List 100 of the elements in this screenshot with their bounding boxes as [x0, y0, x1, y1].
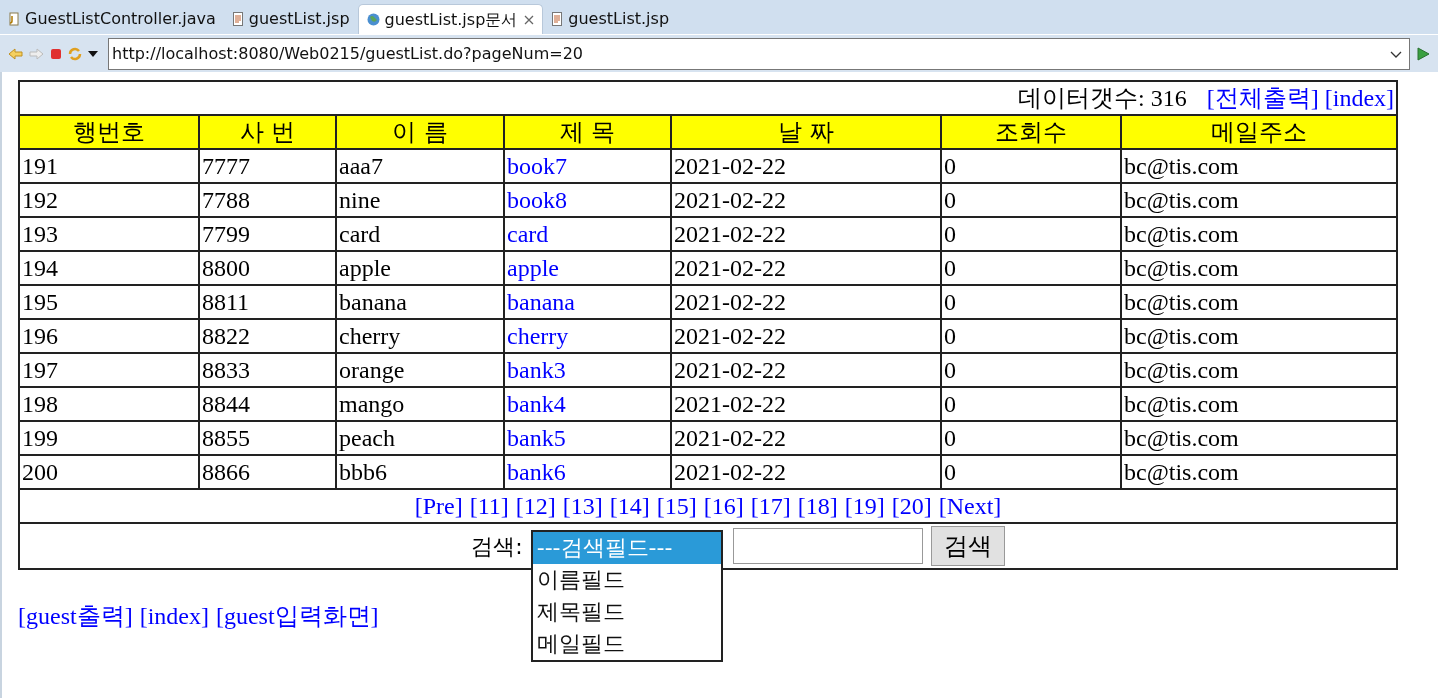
- table-cell: 194: [19, 251, 199, 285]
- table-cell: 196: [19, 319, 199, 353]
- chevron-down-icon[interactable]: [1390, 50, 1402, 58]
- table-cell: 2021-02-22: [671, 251, 941, 285]
- column-header: 메일주소: [1121, 115, 1398, 149]
- table-cell: 2021-02-22: [671, 353, 941, 387]
- table-cell: card: [336, 217, 504, 251]
- table-cell: 2021-02-22: [671, 285, 941, 319]
- column-header: 조회수: [941, 115, 1121, 149]
- table-cell: 197: [19, 353, 199, 387]
- address-field[interactable]: http://localhost:8080/Web0215/guestList.do?pageNum=20: [108, 37, 1410, 70]
- column-header: 제 목: [504, 115, 671, 149]
- table-cell: bc@tis.com: [1121, 251, 1398, 285]
- table-cell: cherry: [336, 319, 504, 353]
- table-cell: 192: [19, 183, 199, 217]
- page-link[interactable]: [13]: [562, 490, 603, 522]
- table-cell: peach: [336, 421, 504, 455]
- table-cell: mango: [336, 387, 504, 421]
- page-link[interactable]: [Next]: [938, 490, 1002, 522]
- page-link[interactable]: [19]: [844, 490, 885, 522]
- table-cell: apple: [336, 251, 504, 285]
- table-cell: bbb6: [336, 455, 504, 489]
- search-input[interactable]: [732, 528, 923, 564]
- table-cell: banana: [336, 285, 504, 319]
- table-cell: bc@tis.com: [1121, 421, 1398, 455]
- close-icon[interactable]: [524, 14, 535, 25]
- table-cell: 7777: [199, 149, 336, 183]
- back-arrow-icon[interactable]: [8, 47, 23, 60]
- table-cell: 8855: [199, 421, 336, 455]
- footer-link[interactable]: [guest입력화면]: [215, 598, 379, 634]
- page-link[interactable]: [20]: [891, 490, 932, 522]
- search-field-listbox[interactable]: ---검색필드--- 이름필드 제목필드 메일필드: [530, 530, 723, 662]
- table-cell: bc@tis.com: [1121, 149, 1398, 183]
- table-cell: 191: [19, 149, 199, 183]
- table-cell: 2021-02-22: [671, 387, 941, 421]
- page-link[interactable]: [18]: [797, 490, 838, 522]
- editor-tab[interactable]: guestList.jsp: [223, 4, 358, 34]
- table-cell: 0: [941, 217, 1121, 251]
- editor-tab[interactable]: guestList.jsp문서: [357, 4, 544, 34]
- search-button[interactable]: 검색: [930, 526, 1005, 566]
- page-link[interactable]: [17]: [750, 490, 791, 522]
- table-cell: nine: [336, 183, 504, 217]
- table-cell: orange: [336, 353, 504, 387]
- table-cell: 0: [941, 455, 1121, 489]
- table-cell: 195: [19, 285, 199, 319]
- page-link[interactable]: [11]: [469, 490, 509, 522]
- table-cell: 0: [941, 183, 1121, 217]
- go-arrow-icon[interactable]: [1416, 46, 1430, 61]
- table-cell: 200: [19, 455, 199, 489]
- table-cell: 0: [941, 149, 1121, 183]
- title-link[interactable]: card: [507, 221, 549, 247]
- table-cell: 0: [941, 353, 1121, 387]
- file-icon: [551, 12, 564, 26]
- table-cell: bc@tis.com: [1121, 455, 1398, 489]
- table-cell: bc@tis.com: [1121, 387, 1398, 421]
- table-cell: 7799: [199, 217, 336, 251]
- page-link[interactable]: [14]: [609, 490, 650, 522]
- table-cell: 2021-02-22: [671, 149, 941, 183]
- editor-tab[interactable]: guestList.jsp: [543, 4, 678, 34]
- table-cell: 8844: [199, 387, 336, 421]
- table-cell: 8800: [199, 251, 336, 285]
- editor-tab[interactable]: GuestListController.java: [0, 4, 224, 34]
- column-header: 이 름: [336, 115, 504, 149]
- table-cell: 8811: [199, 285, 336, 319]
- search-label: 검색:: [471, 532, 523, 561]
- table-cell: 198: [19, 387, 199, 421]
- stop-icon[interactable]: [50, 47, 62, 60]
- table-cell: 199: [19, 421, 199, 455]
- column-header: 날 짜: [671, 115, 941, 149]
- link[interactable]: [전체출력]: [1206, 82, 1319, 114]
- column-header: 행번호: [19, 115, 199, 149]
- table-cell: 8822: [199, 319, 336, 353]
- page-link[interactable]: [15]: [656, 490, 697, 522]
- table-cell: bc@tis.com: [1121, 183, 1398, 217]
- table-cell: 8866: [199, 455, 336, 489]
- table-cell: 0: [941, 387, 1121, 421]
- table-cell: bc@tis.com: [1121, 217, 1398, 251]
- data-count: 데이터갯수: 316: [1018, 84, 1187, 113]
- table-cell: 7788: [199, 183, 336, 217]
- table-cell: 0: [941, 251, 1121, 285]
- table-cell: 8833: [199, 353, 336, 387]
- java-file-icon: [8, 12, 20, 26]
- table-cell: 2021-02-22: [671, 183, 941, 217]
- table-cell: 2021-02-22: [671, 217, 941, 251]
- page-link[interactable]: [Pre]: [414, 490, 463, 522]
- table-cell: bc@tis.com: [1121, 285, 1398, 319]
- footer-link[interactable]: [index]: [139, 598, 209, 634]
- table-cell: 0: [941, 421, 1121, 455]
- dropdown-caret-icon[interactable]: [88, 50, 98, 57]
- table-cell: aaa7: [336, 149, 504, 183]
- table-cell: bc@tis.com: [1121, 353, 1398, 387]
- table-cell: 2021-02-22: [671, 421, 941, 455]
- footer-link[interactable]: [guest출력]: [18, 598, 133, 634]
- file-icon: [231, 12, 244, 26]
- table-cell: 0: [941, 319, 1121, 353]
- page-link[interactable]: [12]: [515, 490, 556, 522]
- link[interactable]: [index]: [1324, 82, 1395, 114]
- page-link[interactable]: [16]: [703, 490, 744, 522]
- column-header: 사 번: [199, 115, 336, 149]
- table-cell: 2021-02-22: [671, 455, 941, 489]
